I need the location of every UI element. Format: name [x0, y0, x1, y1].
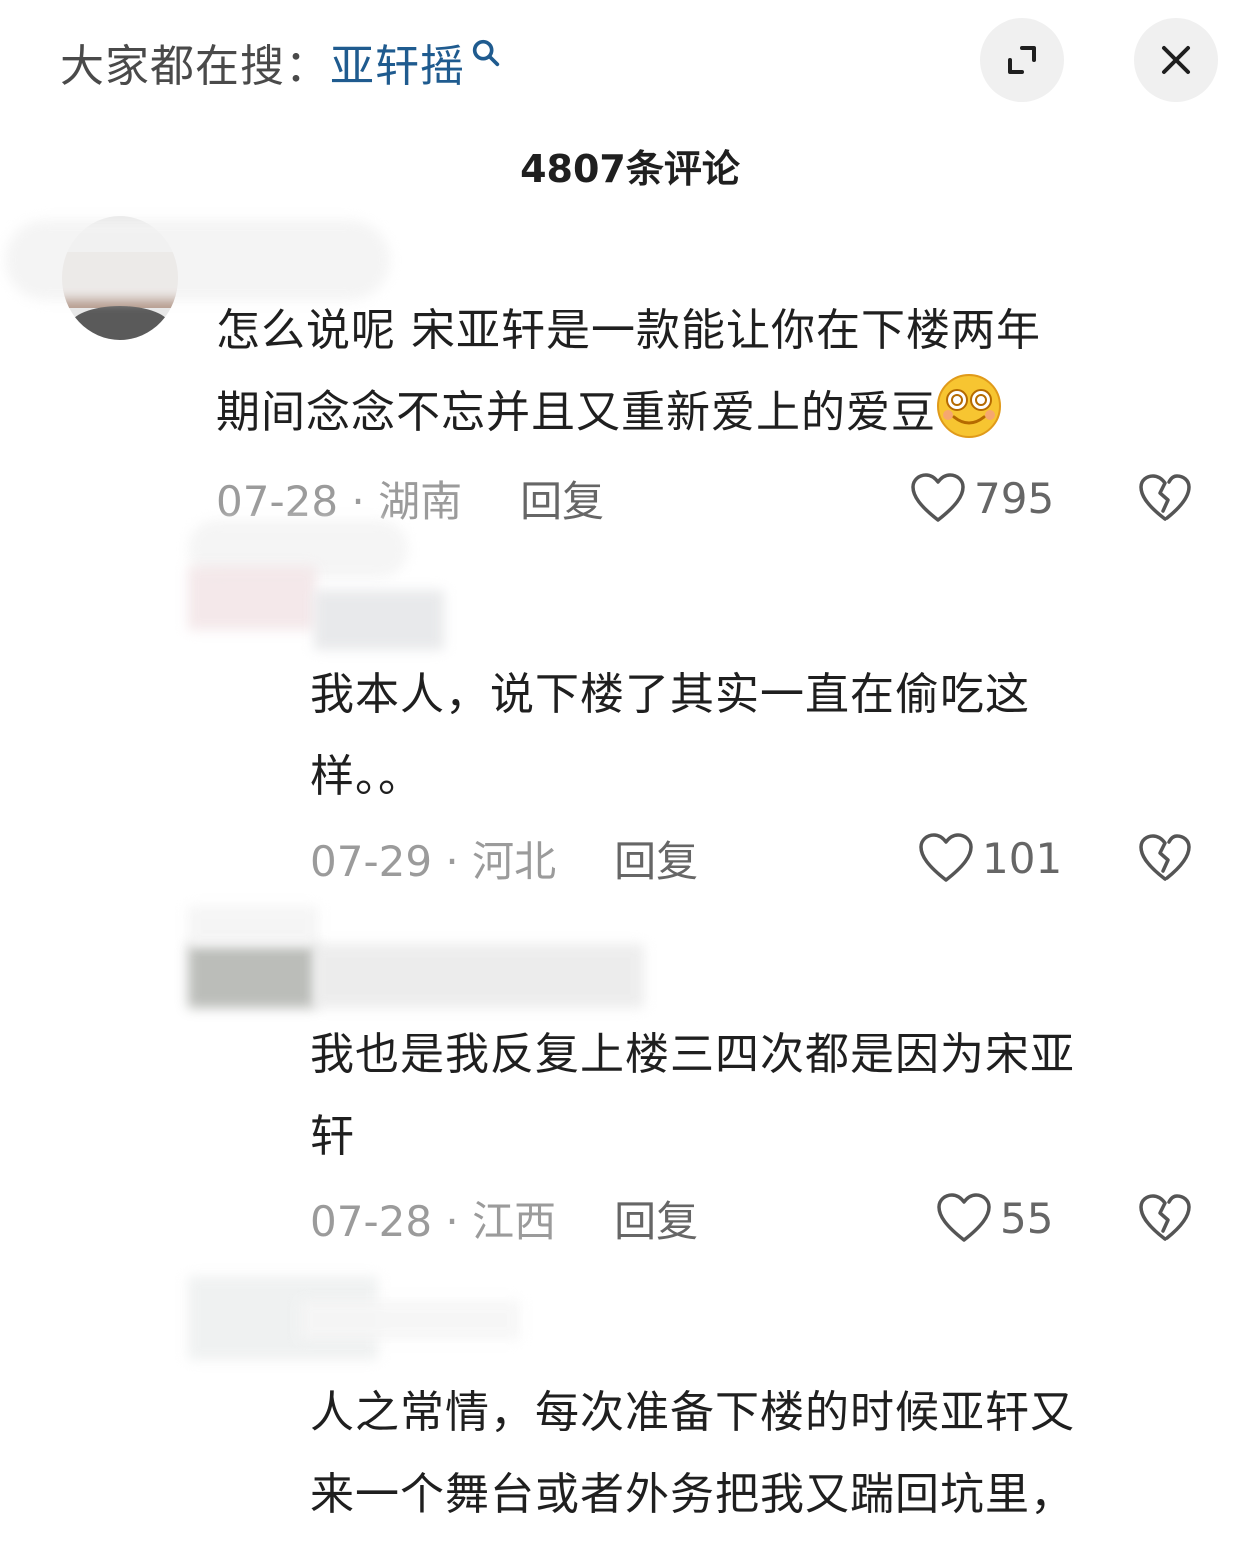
- dislike-button[interactable]: [1135, 1188, 1195, 1248]
- dislike-button[interactable]: [1135, 828, 1195, 888]
- like-button[interactable]: 55: [936, 1188, 1053, 1248]
- expand-icon: [1008, 46, 1036, 74]
- like-count: 795: [974, 473, 1055, 523]
- comment-text: 怎么说呢 宋亚轩是一款能让你在下楼两年 期间念念不忘并且又重新爱上的爱豆: [216, 290, 1226, 454]
- comment-text-line: 来一个舞台或者外务把我又踹回坑里，: [310, 1469, 1075, 1520]
- comment-text-line: 轩: [310, 1111, 355, 1162]
- blurred-username: [314, 944, 644, 1008]
- reply-button[interactable]: 回复: [614, 1188, 698, 1249]
- comment-meta: 07-28 · 江西 回复: [310, 1188, 698, 1248]
- comment-count: 4807条评论: [520, 147, 740, 191]
- broken-heart-icon: [1139, 834, 1191, 881]
- comment-date-location: 07-28 · 江西: [310, 1196, 557, 1246]
- reply-button[interactable]: 回复: [520, 468, 604, 529]
- blurred-username: [300, 1300, 520, 1340]
- trending-search-prefix: 大家都在搜：: [60, 41, 330, 92]
- heart-icon: [919, 833, 973, 882]
- dislike-button[interactable]: [1135, 468, 1195, 528]
- comment-text-line: 我也是我反复上楼三四次都是因为宋亚: [310, 1029, 1075, 1080]
- close-icon: [1162, 46, 1190, 74]
- heart-icon: [911, 473, 965, 522]
- like-button[interactable]: 795: [910, 468, 1054, 528]
- comment-text: 我也是我反复上楼三四次都是因为宋亚 轩: [310, 1014, 1230, 1178]
- comment-meta: 07-28 · 湖南 回复: [216, 468, 604, 528]
- close-button[interactable]: [1134, 18, 1218, 102]
- reply-button[interactable]: 回复: [614, 828, 698, 889]
- blurred-username: [314, 590, 444, 650]
- smiling-face-emoji: [937, 374, 1001, 438]
- comment-text-line: 我本人，说下楼了其实一直在偷吃这: [310, 669, 1030, 720]
- like-count: 55: [1000, 1193, 1054, 1243]
- blurred-username: [5, 220, 390, 300]
- comment-meta: 07-29 · 河北 回复: [310, 828, 698, 888]
- like-button[interactable]: 101: [918, 828, 1062, 888]
- comment-text: 我本人，说下楼了其实一直在偷吃这 样。。: [310, 654, 1210, 818]
- like-count: 101: [982, 833, 1063, 883]
- heart-icon: [937, 1193, 991, 1242]
- blurred-avatar: [188, 566, 316, 630]
- comment-text: 人之常情，每次准备下楼的时候亚轩又 来一个舞台或者外务把我又踹回坑里，: [310, 1372, 1230, 1536]
- blurred-avatar: [188, 944, 316, 1008]
- trending-search-bar[interactable]: 大家都在搜： 亚轩摇: [60, 32, 503, 92]
- broken-heart-icon: [1139, 474, 1191, 521]
- comment-text-line: 人之常情，每次准备下楼的时候亚轩又: [310, 1387, 1075, 1438]
- expand-button[interactable]: [980, 18, 1064, 102]
- broken-heart-icon: [1139, 1194, 1191, 1241]
- comment-date-location: 07-29 · 河北: [310, 836, 557, 886]
- blurred-username: [188, 906, 318, 946]
- trending-search-term[interactable]: 亚轩摇: [330, 30, 465, 94]
- comment-text-line: 样。。: [310, 751, 423, 802]
- search-icon[interactable]: [469, 36, 503, 70]
- comment-text-line: 期间念念不忘并且又重新爱上的爱豆: [216, 372, 1226, 454]
- comment-text-line: 怎么说呢 宋亚轩是一款能让你在下楼两年: [216, 305, 1041, 356]
